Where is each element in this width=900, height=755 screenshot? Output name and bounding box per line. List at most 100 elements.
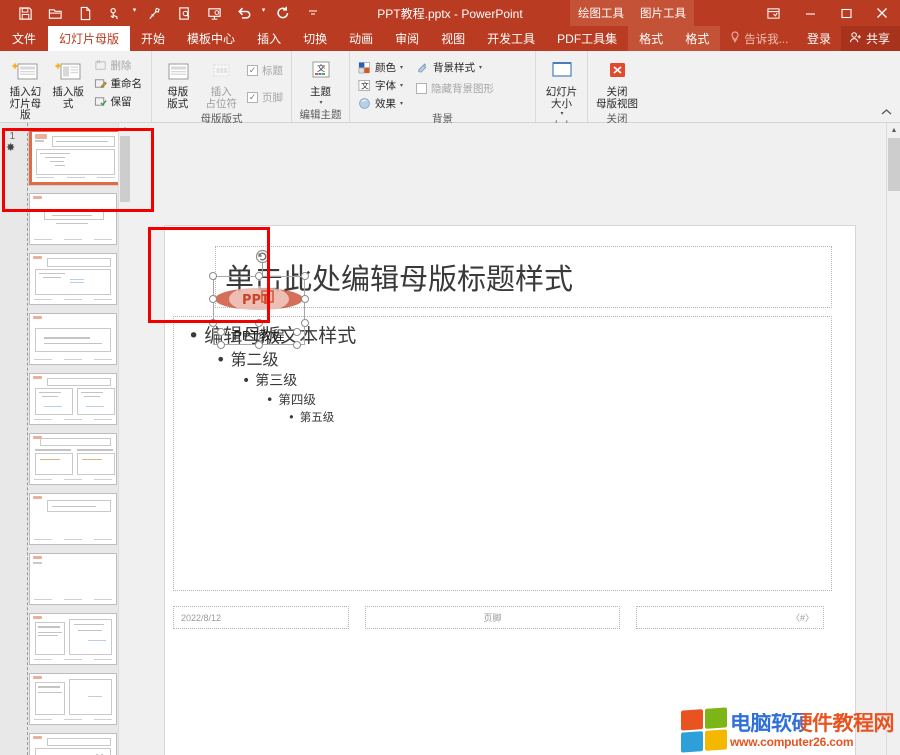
caption-handle-sw[interactable] [217, 341, 225, 349]
insert-layout-button[interactable]: 插入版式 [48, 55, 89, 112]
ppt-logo-image[interactable]: PPT PPT教程 [213, 276, 305, 323]
fonts-caret-icon[interactable]: ▾ [400, 82, 403, 89]
master-layout-button[interactable]: 母版 版式 [157, 55, 199, 112]
thumbnail-layout-title[interactable] [29, 193, 117, 245]
insert-slide-master-button[interactable]: 插入幻 灯片母版 [5, 55, 46, 124]
tab-file[interactable]: 文件 [0, 26, 48, 51]
preserve-button[interactable]: 保留 [91, 93, 147, 110]
slide-canvas[interactable]: 单击此处编辑母版标题样式 •编辑母版文本样式 •第二级 •第三级 •第四级 [165, 226, 855, 755]
body-level-5[interactable]: •第五级 [184, 409, 821, 426]
tab-view[interactable]: 视图 [430, 26, 476, 51]
tab-template-center[interactable]: 模板中心 [176, 26, 246, 51]
tab-transitions[interactable]: 切换 [292, 26, 338, 51]
insert-placeholder-button[interactable]: 插入 占位符 [201, 55, 243, 112]
date-placeholder[interactable]: 2022/8/12 [173, 606, 349, 629]
hide-background-graphics-checkbox[interactable]: 隐藏背景图形 [413, 80, 497, 97]
thumbnail-layout-picture-caption[interactable] [29, 673, 117, 725]
touch-mode-caret-icon[interactable]: ▾ [130, 2, 139, 24]
start-presentation-icon[interactable] [139, 1, 169, 25]
tab-home[interactable]: 开始 [130, 26, 176, 51]
resize-handle-n[interactable] [255, 272, 263, 280]
tab-animations[interactable]: 动画 [338, 26, 384, 51]
body-level-4[interactable]: •第四级 [184, 391, 821, 409]
rename-button[interactable]: 重命名 [91, 75, 147, 92]
list-item[interactable] [0, 189, 130, 249]
delete-button[interactable]: 删除 [91, 57, 147, 74]
footer-placeholder[interactable]: 页脚 [365, 606, 620, 629]
themes-caret-icon[interactable]: ▾ [319, 99, 322, 106]
body-level-3[interactable]: •第三级 [184, 371, 821, 391]
list-item[interactable] [0, 669, 130, 729]
caption-handle-e[interactable] [293, 328, 301, 336]
slide-size-caret-icon[interactable]: ▾ [560, 110, 563, 117]
save-icon[interactable] [10, 1, 40, 25]
fonts-button[interactable]: 文 字体 ▾ [355, 77, 407, 94]
present-online-icon[interactable] [199, 1, 229, 25]
ribbon-display-options-icon[interactable] [754, 0, 792, 26]
thumbnail-layout-title-only[interactable] [29, 493, 117, 545]
rotate-handle[interactable] [255, 249, 270, 264]
editor-scroll-up-icon[interactable]: ▲ [887, 123, 900, 137]
resize-handle-sw[interactable] [209, 319, 217, 327]
sign-in-button[interactable]: 登录 [797, 26, 841, 51]
list-item[interactable] [0, 249, 130, 309]
slide-number-placeholder[interactable]: 〈#〉 [636, 606, 824, 629]
thumbnail-layout-section[interactable] [29, 313, 117, 365]
close-master-view-button[interactable]: 关闭 母版视图 [594, 55, 640, 112]
editor-scrollbar[interactable]: ▲ [886, 123, 900, 755]
share-button[interactable]: 共享 [841, 26, 900, 51]
thumbnail-layout-content-caption[interactable] [29, 613, 117, 665]
close-button[interactable] [864, 0, 900, 26]
slide-size-button[interactable]: 幻灯片 大小 ▾ [541, 55, 582, 119]
resize-handle-ne[interactable] [301, 272, 309, 280]
open-icon[interactable] [40, 1, 70, 25]
body-level-2[interactable]: •第二级 [184, 349, 821, 371]
footers-checkbox[interactable]: ✓ 页脚 [244, 89, 286, 106]
resize-handle-s[interactable] [255, 319, 263, 327]
new-icon[interactable] [70, 1, 100, 25]
editor-scrollbar-thumb[interactable] [888, 138, 900, 191]
tab-developer[interactable]: 开发工具 [476, 26, 546, 51]
thumbnail-layout-vertical-title[interactable] [29, 733, 117, 755]
caption-handle-se[interactable] [293, 341, 301, 349]
tab-picture-tools-format[interactable]: 格式 [674, 26, 720, 51]
title-checkbox[interactable]: ✓ 标题 [244, 62, 286, 79]
tab-drawing-tools-format[interactable]: 格式 [628, 26, 674, 51]
thumbnail-scrollbar[interactable]: ▲ [118, 123, 130, 755]
thumbnail-master[interactable] [29, 129, 122, 185]
background-styles-button[interactable]: 背景样式 ▾ [413, 59, 497, 76]
print-preview-icon[interactable] [169, 1, 199, 25]
tell-me-box[interactable]: 告诉我... [720, 26, 798, 51]
undo-icon[interactable] [229, 1, 259, 25]
maximize-button[interactable] [828, 0, 864, 26]
thumbnail-layout-two-content[interactable] [29, 373, 117, 425]
list-item[interactable] [0, 549, 130, 609]
thumbnail-layout-comparison[interactable] [29, 433, 117, 485]
list-item[interactable] [0, 309, 130, 369]
redo-icon[interactable] [268, 1, 298, 25]
caption-handle-s[interactable] [255, 341, 263, 349]
resize-handle-e[interactable] [301, 295, 309, 303]
list-item[interactable] [0, 369, 130, 429]
slide-thumbnail-panel[interactable]: 1 ✸ [0, 123, 130, 755]
effects-button[interactable]: 效果 ▾ [355, 95, 407, 112]
caption-handle-w[interactable] [217, 328, 225, 336]
colors-caret-icon[interactable]: ▾ [400, 64, 403, 71]
list-item[interactable] [0, 489, 130, 549]
tab-pdf-tools[interactable]: PDF工具集 [546, 26, 628, 51]
effects-caret-icon[interactable]: ▾ [400, 100, 403, 107]
thumbnail-layout-blank[interactable] [29, 553, 117, 605]
tab-slide-master[interactable]: 幻灯片母版 [48, 26, 130, 51]
resize-handle-nw[interactable] [209, 272, 217, 280]
body-placeholder[interactable]: •编辑母版文本样式 •第二级 •第三级 •第四级 •第五级 [173, 316, 832, 591]
list-item[interactable]: 1 ✸ [0, 123, 130, 189]
undo-caret-icon[interactable]: ▾ [259, 2, 268, 24]
tab-insert[interactable]: 插入 [246, 26, 292, 51]
collapse-ribbon-icon[interactable] [878, 104, 894, 120]
resize-handle-se[interactable] [301, 319, 309, 327]
touch-mode-icon[interactable] [100, 1, 130, 25]
minimize-button[interactable] [792, 0, 828, 26]
background-styles-caret-icon[interactable]: ▾ [479, 64, 482, 71]
thumbnail-layout-title-content[interactable] [29, 253, 117, 305]
customize-qat-icon[interactable] [298, 1, 328, 25]
